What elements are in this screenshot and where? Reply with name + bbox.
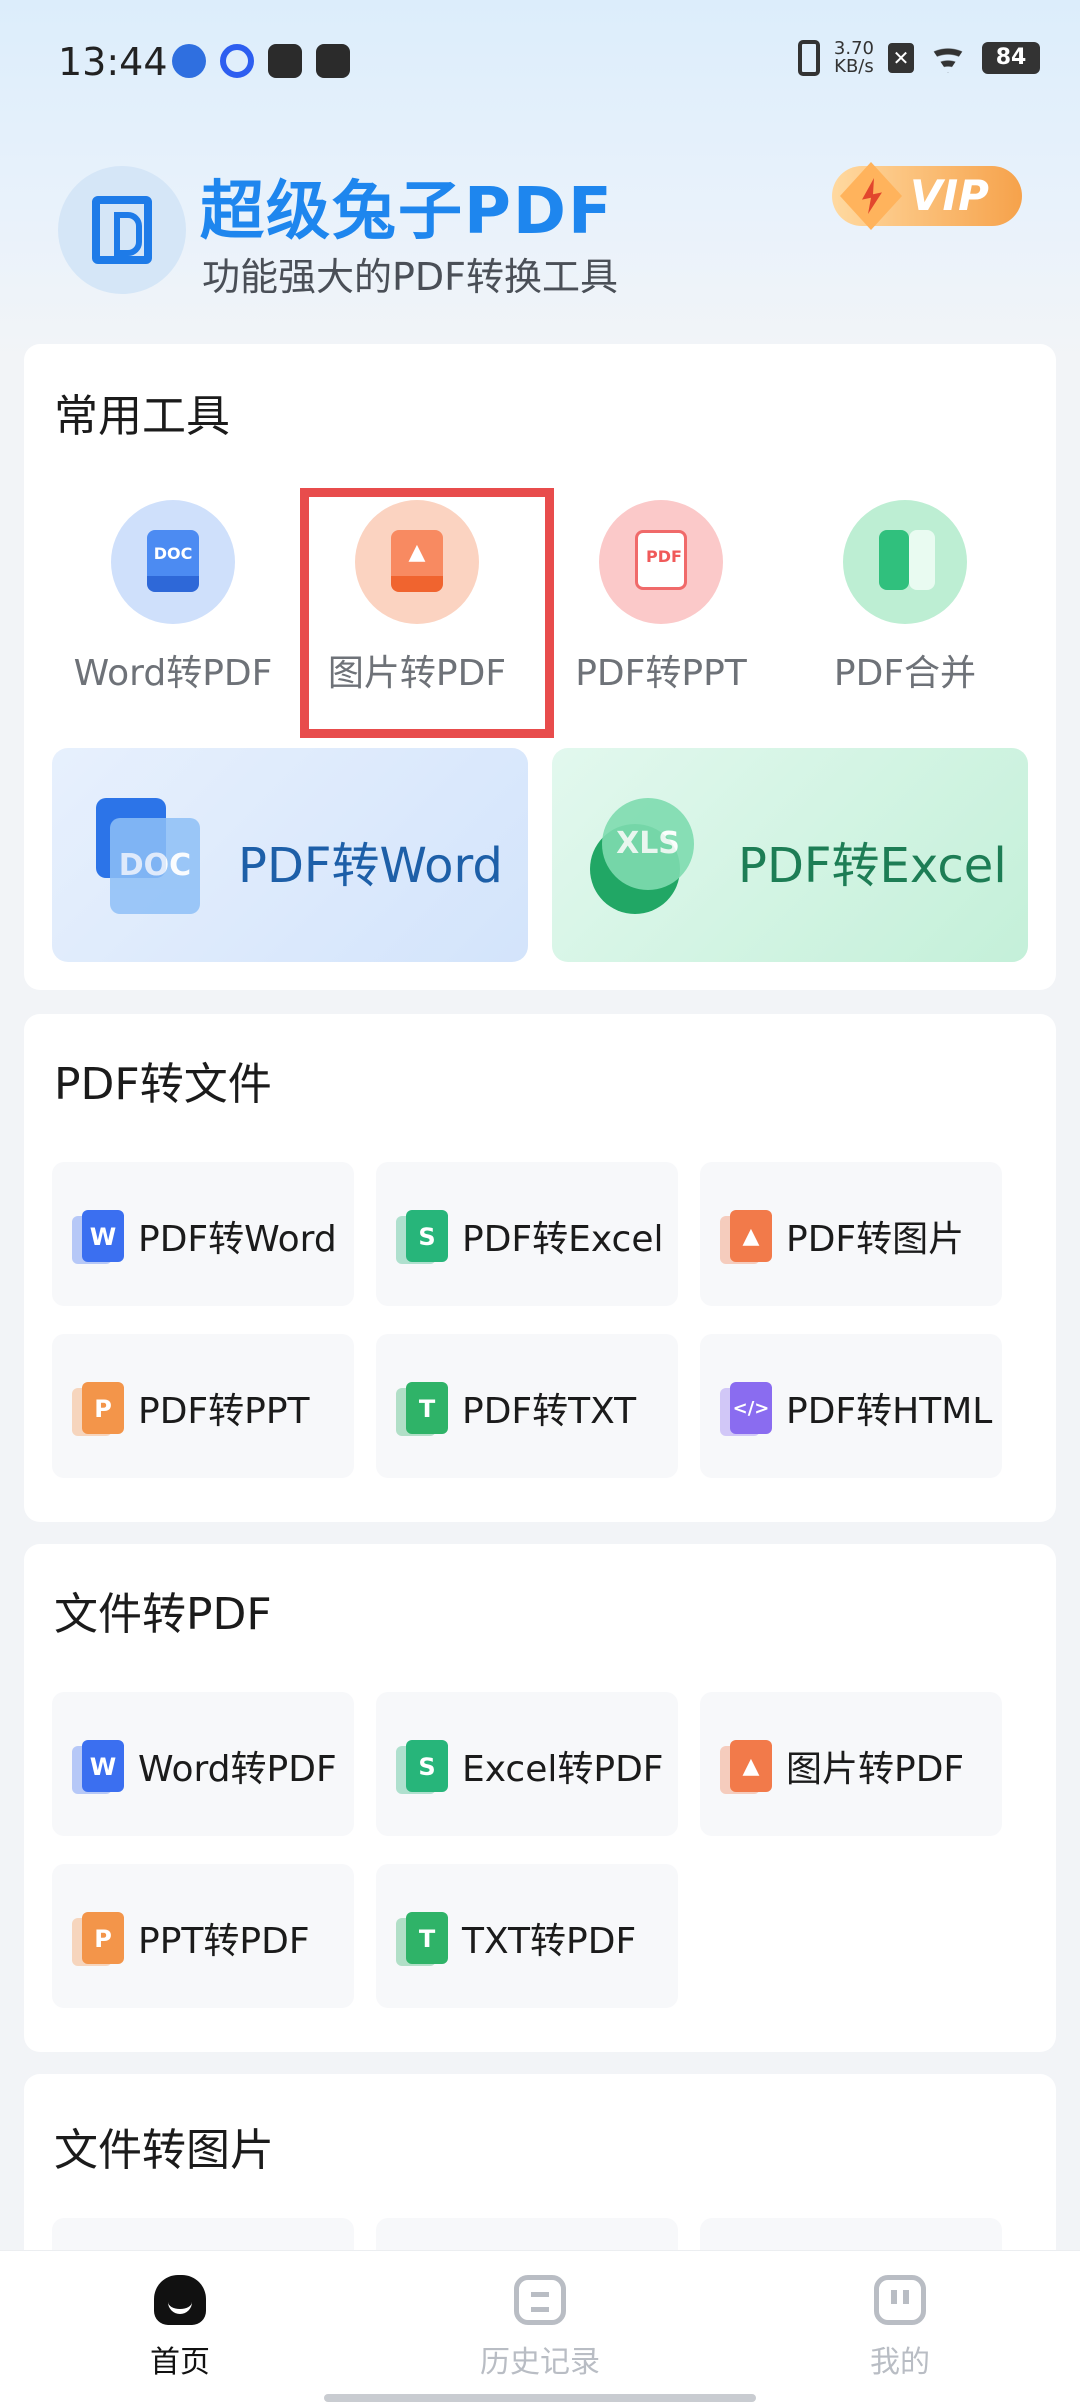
notification-circle-icon	[220, 44, 254, 78]
network-speed: 3.70 KB/s	[833, 38, 874, 77]
tile-image-to-pdf[interactable]: ▲ 图片转PDF	[700, 1692, 1002, 1836]
notification-icons	[172, 44, 350, 78]
nav-me[interactable]: 我的	[800, 2275, 1000, 2381]
notification-link-icon	[268, 44, 302, 78]
file-to-image-title: 文件转图片	[54, 2125, 274, 2176]
ppt-file-icon: P	[72, 1380, 124, 1436]
txt-file-icon: T	[396, 1910, 448, 1966]
word-file-icon: W	[72, 1208, 124, 1264]
pdf-to-file-title: PDF转文件	[54, 1059, 272, 1110]
gesture-bar	[324, 2394, 756, 2402]
tool-pdf-to-ppt[interactable]: PDF PDF转PPT	[546, 500, 776, 696]
wifi-icon	[928, 43, 968, 73]
tile-pdf-to-image[interactable]: ▲ PDF转图片	[700, 1162, 1002, 1306]
merge-icon	[843, 500, 967, 624]
tile-pdf-to-html[interactable]: </> PDF转HTML	[700, 1334, 1002, 1478]
featured-pdf-to-excel[interactable]: XLS PDF转Excel	[552, 748, 1028, 962]
tile-ppt-to-pdf[interactable]: P PPT转PDF	[52, 1864, 354, 2008]
featured-label: PDF转Excel	[738, 838, 1007, 894]
html-file-icon: </>	[720, 1380, 772, 1436]
notification-bag-icon	[316, 44, 350, 78]
tool-word-to-pdf[interactable]: DOC Word转PDF	[58, 500, 288, 696]
app-title: 超级兔子PDF	[200, 175, 614, 249]
doc-icon: DOC	[111, 500, 235, 624]
status-time: 13:44	[58, 40, 168, 84]
image-file-icon: ▲	[720, 1208, 772, 1264]
tile-txt-to-pdf[interactable]: T TXT转PDF	[376, 1864, 678, 2008]
featured-pdf-to-word[interactable]: DOC PDF转Word	[52, 748, 528, 962]
bottom-nav: 首页 历史记录 我的	[0, 2250, 1080, 2408]
app-subtitle: 功能强大的PDF转换工具	[202, 255, 619, 299]
common-tools-title: 常用工具	[54, 391, 230, 442]
txt-file-icon: T	[396, 1380, 448, 1436]
vibrate-icon	[797, 40, 820, 76]
excel-file-icon: S	[396, 1208, 448, 1264]
tile-pdf-to-txt[interactable]: T PDF转TXT	[376, 1334, 678, 1478]
excel-file-icon: S	[396, 1738, 448, 1794]
app-logo-icon	[58, 166, 186, 294]
featured-label: PDF转Word	[238, 838, 503, 894]
nav-home[interactable]: 首页	[80, 2275, 280, 2381]
image-file-icon: ▲	[720, 1738, 772, 1794]
no-sim-icon: ✕	[888, 43, 914, 73]
nav-history[interactable]: 历史记录	[440, 2275, 640, 2381]
file-to-pdf-title: 文件转PDF	[54, 1589, 272, 1640]
lightning-icon	[840, 162, 902, 230]
tile-pdf-to-ppt[interactable]: P PDF转PPT	[52, 1334, 354, 1478]
history-icon	[514, 2275, 566, 2325]
tile-pdf-to-excel[interactable]: S PDF转Excel	[376, 1162, 678, 1306]
home-icon	[154, 2275, 206, 2325]
tile-pdf-to-word[interactable]: W PDF转Word	[52, 1162, 354, 1306]
tool-label: Word转PDF	[73, 653, 273, 694]
notification-app-icon	[172, 44, 206, 78]
tile-word-to-pdf[interactable]: W Word转PDF	[52, 1692, 354, 1836]
pdf-icon: PDF	[599, 500, 723, 624]
tool-label: PDF合并	[833, 653, 977, 694]
tile-excel-to-pdf[interactable]: S Excel转PDF	[376, 1692, 678, 1836]
tool-label: PDF转PPT	[575, 653, 747, 694]
status-bar: 13:44 3.70 KB/s ✕ 84	[0, 0, 1080, 130]
tool-pdf-merge[interactable]: PDF合并	[790, 500, 1020, 696]
ppt-file-icon: P	[72, 1910, 124, 1966]
profile-icon	[874, 2275, 926, 2325]
word-file-icon: W	[72, 1738, 124, 1794]
vip-button[interactable]: VIP	[832, 162, 1022, 230]
battery-indicator: 84	[982, 42, 1040, 74]
highlight-box	[300, 488, 554, 738]
